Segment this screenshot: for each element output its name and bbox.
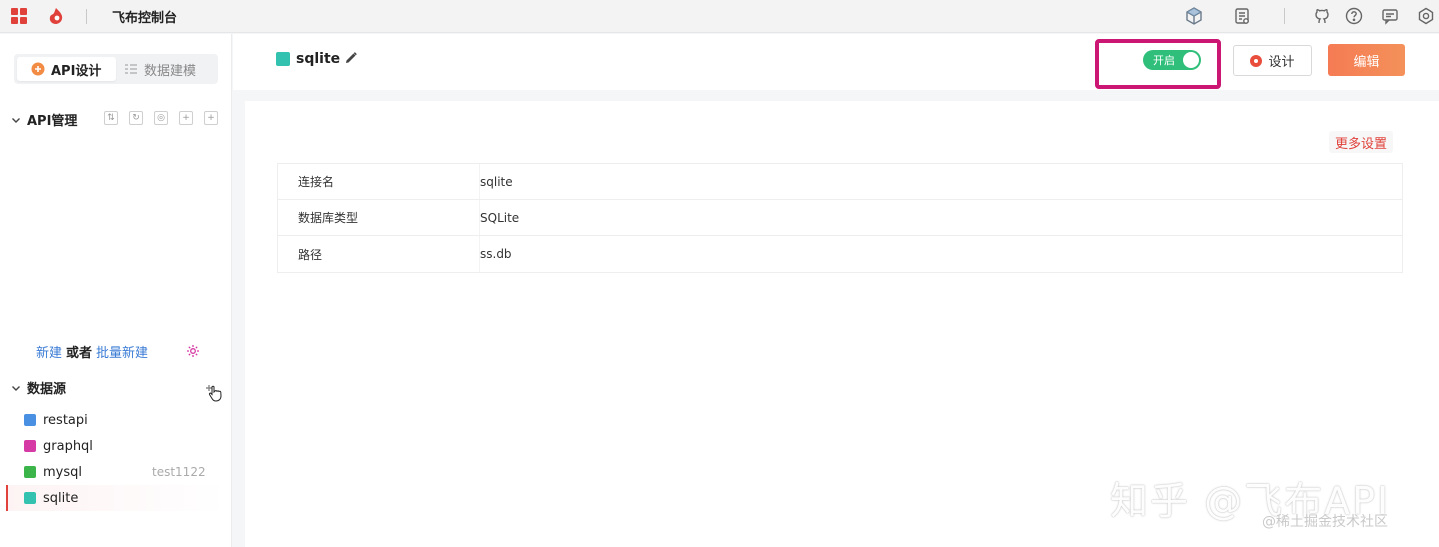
datasource-item-graphql[interactable]: graphql [6,433,226,459]
create-api-hint: 新建 或者 批量新建 [36,342,148,361]
api-section-header[interactable]: API管理 [10,110,77,129]
datasource-label: restapi [43,412,88,428]
help-icon[interactable] [1344,6,1364,26]
tab-data-modeling-label: 数据建模 [144,63,197,79]
main-header: sqlite 开启 设计 编辑 [233,34,1439,90]
topbar-separator [86,9,87,24]
detail-value: ss.db [480,247,512,261]
detail-value-text: SQLite [480,210,520,225]
mode-switcher: API设计 数据建模 [14,54,218,84]
design-button[interactable]: 设计 [1233,45,1312,76]
datasource-label: graphql [43,438,93,454]
table-row: 连接名 sqlite [278,164,1402,200]
target-icon[interactable]: ◎ [154,111,168,125]
datasource-item-sqlite[interactable]: sqlite [6,485,226,511]
datasource-label: sqlite [43,490,79,506]
watermark-sub: @稀土掘金技术社区 [1262,514,1388,530]
document-icon[interactable] [1232,6,1252,26]
enable-toggle[interactable]: 开启 [1143,50,1201,70]
top-bar: 飞布控制台 [0,0,1439,33]
datasource-tag: test1122 [152,465,206,479]
api-design-icon [31,62,45,76]
tab-api-design[interactable]: API设计 [17,57,116,81]
restapi-icon [24,414,36,426]
api-toolbar: ⇅ ↻ ◎ + + [104,111,218,125]
datasource-item-mysql[interactable]: mysql test1122 [6,459,226,485]
api-section-title: API管理 [27,114,78,129]
add-datasource-icon[interactable] [203,380,225,402]
message-icon[interactable] [1380,6,1400,26]
datasource-label: mysql [43,464,82,480]
add-folder-icon[interactable]: + [179,111,193,125]
toggle-knob [1183,52,1199,68]
detail-key: 路径 [278,236,480,272]
refresh-icon[interactable]: ↻ [129,111,143,125]
record-icon [1250,54,1263,67]
more-settings-button[interactable]: 更多设置 [1329,131,1394,153]
table-row: 路径 ss.db [278,236,1402,272]
sqlite-icon [276,52,290,66]
datasource-section-header[interactable]: 数据源 [10,378,66,397]
edit-button[interactable]: 编辑 [1328,44,1405,76]
detail-value-text: ss.db [480,247,512,261]
datasource-section-title: 数据源 [27,382,67,397]
detail-value: SQLite [480,211,519,225]
detail-key: 数据库类型 [278,200,480,235]
app-title: 飞布控制台 [112,11,178,26]
connection-title: sqlite [296,51,341,67]
sqlite-icon [24,492,36,504]
detail-key: 连接名 [278,164,480,199]
sidebar: API设计 数据建模 API管理 ⇅ ↻ ◎ + + 新建 或者 批量新建 数据源 … [0,34,232,547]
add-api-icon[interactable]: + [204,111,218,125]
table-row: 数据库类型 SQLite [278,200,1402,236]
connection-details-table: 连接名 sqlite 数据库类型 SQLite 路径 ss.db [277,163,1403,273]
gear-icon[interactable] [186,344,200,358]
sort-icon[interactable]: ⇅ [104,111,118,125]
settings-icon[interactable] [1416,6,1436,26]
topbar-separator-2 [1284,8,1285,24]
apps-grid-icon[interactable] [11,8,27,24]
graphql-icon [24,440,36,452]
data-modeling-icon [125,64,137,74]
chevron-down-icon [12,117,20,123]
mysql-icon [24,466,36,478]
tab-api-design-label: API设计 [51,63,102,79]
toggle-label: 开启 [1153,54,1175,67]
tab-data-modeling[interactable]: 数据建模 [122,57,216,81]
chevron-down-icon [12,385,20,391]
design-button-label: 设计 [1268,55,1295,70]
new-api-link[interactable]: 新建 [36,346,62,361]
detail-value-text: sqlite [480,174,513,189]
edit-button-label: 编辑 [1353,54,1380,70]
pencil-icon[interactable] [344,51,358,65]
github-icon[interactable] [1312,6,1332,26]
cube-icon[interactable] [1184,6,1204,26]
datasource-item-restapi[interactable]: restapi [6,407,226,433]
feibu-logo-icon[interactable] [47,7,65,25]
or-text: 或者 [66,346,93,361]
batch-new-link[interactable]: 批量新建 [96,346,148,361]
detail-value: sqlite [480,175,513,189]
